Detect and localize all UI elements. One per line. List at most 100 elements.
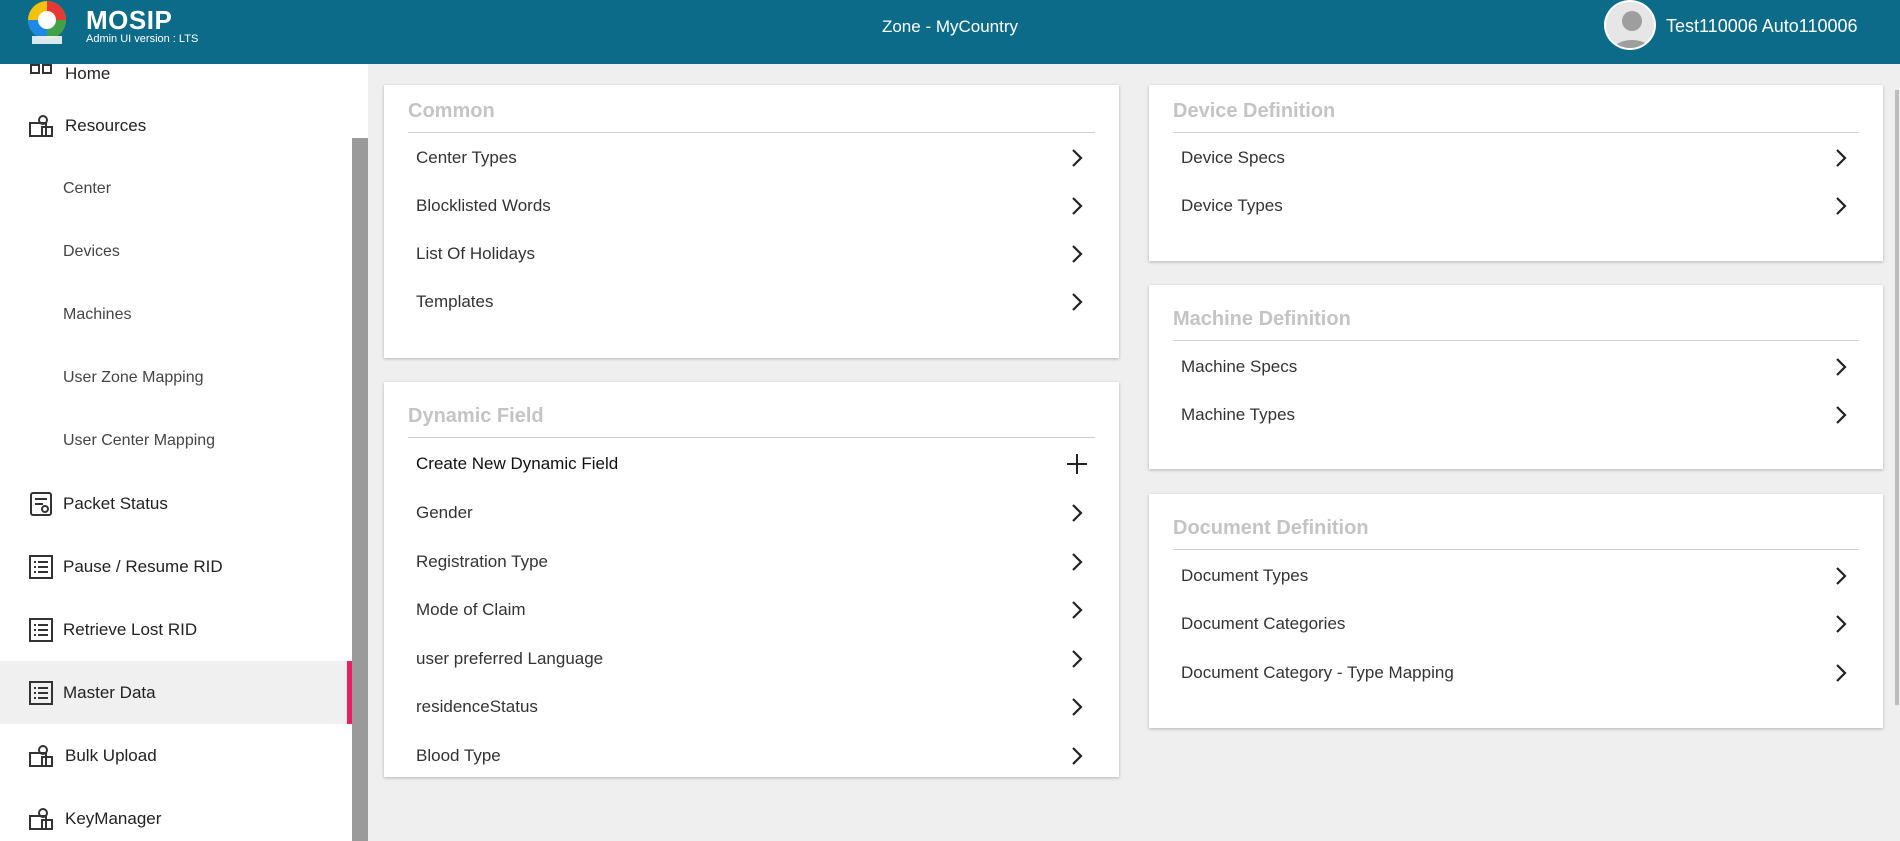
dynamic-field-card: Dynamic Field Create New Dynamic Field G… <box>384 382 1119 777</box>
sidebar-item-packet-status[interactable]: Packet Status <box>0 472 352 535</box>
sidebar-item-retrieve-lost-rid[interactable]: Retrieve Lost RID <box>0 598 352 661</box>
sidebar-item-label: Devices <box>63 242 120 260</box>
chevron-right-icon <box>1836 615 1847 633</box>
list-item[interactable]: Blocklisted Words <box>416 182 1095 230</box>
card-title: Document Definition <box>1173 517 1369 539</box>
list-icon <box>29 617 53 642</box>
list-item-label: Device Types <box>1181 196 1283 215</box>
chevron-right-icon <box>1072 149 1083 167</box>
list-item[interactable]: Machine Specs <box>1181 343 1859 391</box>
list-item[interactable]: Device Specs <box>1181 134 1859 182</box>
sidebar-item-label: Retrieve Lost RID <box>63 619 198 639</box>
chevron-right-icon <box>1836 406 1847 424</box>
chevron-right-icon <box>1072 698 1083 716</box>
card-title: Device Definition <box>1173 100 1336 122</box>
sidebar-item-pause-resume-rid[interactable]: Pause / Resume RID <box>0 535 352 598</box>
chevron-right-icon <box>1836 358 1847 376</box>
sidebar-item-label: User Zone Mapping <box>63 368 204 386</box>
sidebar-item-label: Bulk Upload <box>65 745 157 765</box>
list-item[interactable]: Center Types <box>416 134 1095 182</box>
document-definition-card: Document Definition Document Types Docum… <box>1149 494 1883 728</box>
list-item[interactable]: Device Types <box>1181 182 1859 230</box>
list-icon <box>29 680 53 705</box>
create-dynamic-field-button[interactable]: Create New Dynamic Field <box>416 440 1095 488</box>
list-item[interactable]: Registration Type <box>416 538 1095 586</box>
chevron-right-icon <box>1836 149 1847 167</box>
list-item-label: Center Types <box>416 148 517 167</box>
list-item-label: Gender <box>416 503 473 522</box>
list-item-label: Blood Type <box>416 746 501 765</box>
card-title: Common <box>408 100 495 122</box>
sidebar-item-resources[interactable]: Resources <box>0 94 352 157</box>
chevron-right-icon <box>1072 504 1083 522</box>
sidebar-item-label: Center <box>63 179 112 197</box>
sidebar-item-user-center-mapping[interactable]: User Center Mapping <box>0 409 352 472</box>
home-icon <box>30 64 52 74</box>
packet-status-icon <box>30 491 52 516</box>
card-title: Machine Definition <box>1173 308 1351 330</box>
list-item[interactable]: user preferred Language <box>416 635 1095 683</box>
list-item-label: List Of Holidays <box>416 244 536 263</box>
sidebar-item-key-manager[interactable]: KeyManager <box>0 787 352 841</box>
common-card: Common Center Types Blocklisted Words Li… <box>384 85 1119 358</box>
list-icon <box>29 554 53 579</box>
list-item-label: Document Types <box>1181 566 1309 585</box>
sidebar-item-label: Packet Status <box>63 493 168 513</box>
sidebar-item-label: Home <box>65 64 111 83</box>
list-item[interactable]: Machine Types <box>1181 391 1859 439</box>
chevron-right-icon <box>1072 293 1083 311</box>
divider <box>1173 132 1859 133</box>
machine-definition-card: Machine Definition Machine Specs Machine… <box>1149 285 1883 469</box>
create-label: Create New Dynamic Field <box>416 454 619 473</box>
sidebar-item-label: User Center Mapping <box>63 431 216 449</box>
upload-icon <box>29 744 53 767</box>
list-item[interactable]: Document Categories <box>1181 600 1859 648</box>
chevron-right-icon <box>1072 650 1083 668</box>
sidebar-scroll-thumb[interactable] <box>352 138 368 841</box>
list-item[interactable]: Mode of Claim <box>416 586 1095 634</box>
sidebar-item-bulk-upload[interactable]: Bulk Upload <box>0 724 352 787</box>
list-item-label: Templates <box>416 292 494 311</box>
list-item-label: Document Categories <box>1181 614 1346 633</box>
plus-icon <box>1067 454 1087 474</box>
sidebar-item-master-data[interactable]: Master Data <box>0 661 352 724</box>
sidebar-item-label: Master Data <box>63 682 156 702</box>
list-item[interactable]: Blood Type <box>416 732 1095 780</box>
key-manager-icon <box>29 807 53 830</box>
list-item[interactable]: Templates <box>416 278 1095 326</box>
device-definition-card: Device Definition Device Specs Device Ty… <box>1149 85 1883 261</box>
list-item[interactable]: residenceStatus <box>416 683 1095 731</box>
chevron-right-icon <box>1072 601 1083 619</box>
sidebar-item-label: Pause / Resume RID <box>63 556 223 576</box>
user-name[interactable]: Test110006 Auto110006 <box>1666 16 1858 37</box>
sidebar-item-label: Resources <box>65 115 147 135</box>
user-avatar[interactable] <box>1604 0 1656 50</box>
sidebar-item-user-zone-mapping[interactable]: User Zone Mapping <box>0 346 352 409</box>
chevron-right-icon <box>1836 197 1847 215</box>
list-item[interactable]: Document Category - Type Mapping <box>1181 649 1859 697</box>
sidebar: Home Resources Center Devices Machines U… <box>0 64 352 841</box>
content-scrollbar[interactable] <box>1895 90 1899 705</box>
sidebar-item-label: KeyManager <box>65 808 162 828</box>
list-item[interactable]: Gender <box>416 489 1095 537</box>
list-item-label: Registration Type <box>416 552 548 571</box>
list-item[interactable]: List Of Holidays <box>416 230 1095 278</box>
chevron-right-icon <box>1072 747 1083 765</box>
list-item[interactable]: Document Types <box>1181 552 1859 600</box>
sidebar-item-devices[interactable]: Devices <box>0 220 352 283</box>
sidebar-item-machines[interactable]: Machines <box>0 283 352 346</box>
chevron-right-icon <box>1072 553 1083 571</box>
list-item-label: user preferred Language <box>416 649 604 668</box>
sidebar-item-center[interactable]: Center <box>0 157 352 220</box>
divider <box>408 132 1095 133</box>
divider <box>1173 549 1859 550</box>
list-item-label: Document Category - Type Mapping <box>1181 663 1454 682</box>
chevron-right-icon <box>1072 197 1083 215</box>
resources-icon <box>29 114 53 137</box>
sidebar-item-label: Machines <box>63 305 132 323</box>
list-item-label: residenceStatus <box>416 697 538 716</box>
avatar-icon <box>1613 11 1651 48</box>
card-title: Dynamic Field <box>408 405 544 427</box>
chevron-right-icon <box>1836 664 1847 682</box>
list-item-label: Machine Types <box>1181 405 1296 424</box>
